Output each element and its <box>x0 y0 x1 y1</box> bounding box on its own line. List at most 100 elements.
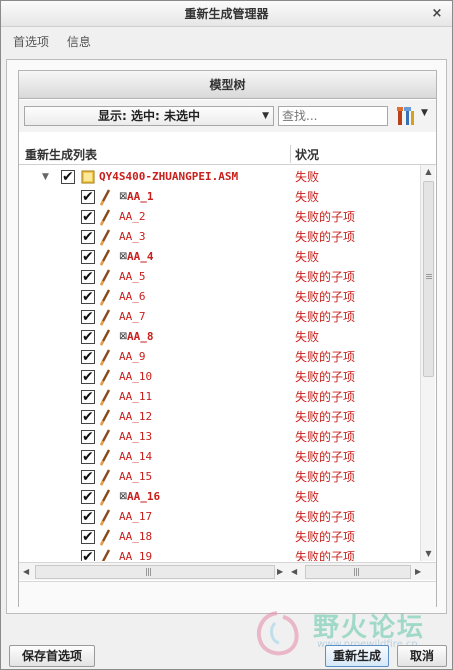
row-status: 失败的子项 <box>295 270 356 284</box>
menu-item-info[interactable]: 信息 <box>67 35 91 49</box>
vertical-scrollbar[interactable]: ▲ ▼ <box>420 165 435 561</box>
row-status: 失败 <box>295 330 320 344</box>
scroll-left-icon[interactable]: ◀ <box>23 565 29 579</box>
row-status: 失败的子项 <box>295 310 356 324</box>
row-checkbox[interactable] <box>81 227 95 247</box>
row-checkbox[interactable] <box>81 427 95 447</box>
display-filter-select[interactable]: 显示: 选中: 未选中 ▼ <box>24 106 274 126</box>
column-regen-list[interactable]: 重新生成列表 <box>25 146 97 163</box>
scroll-right-icon-2[interactable]: ▶ <box>415 565 421 579</box>
save-preferences-button[interactable]: 保存首选项 <box>9 645 95 667</box>
tools-dropdown-arrow-icon[interactable]: ▼ <box>421 108 428 118</box>
search-input[interactable] <box>278 106 388 126</box>
list-item[interactable]: AA_11 失败的子项 <box>19 387 419 407</box>
row-name: AA_7 <box>119 310 146 323</box>
row-checkbox[interactable] <box>81 307 95 327</box>
sketch-pencil-icon <box>99 329 111 346</box>
row-name: AA_8 <box>127 330 154 343</box>
horizontal-scrollbar-row: ◀ ▶ ◀ ▶ <box>19 562 436 580</box>
close-icon[interactable]: × <box>428 5 446 23</box>
row-status: 失败的子项 <box>295 430 356 444</box>
row-checkbox[interactable] <box>61 167 75 187</box>
row-name: AA_10 <box>119 370 153 383</box>
list-item[interactable]: AA_12 失败的子项 <box>19 407 419 427</box>
list-item[interactable]: AA_5 失败的子项 <box>19 267 419 287</box>
list-item[interactable]: AA_18 失败的子项 <box>19 527 419 547</box>
row-status: 失败的子项 <box>295 350 356 364</box>
list-item[interactable]: ▼ QY4S400-ZHUANGPEI.ASM 失败 <box>19 167 419 187</box>
menu-item-preferences[interactable]: 首选项 <box>13 35 49 49</box>
sketch-pencil-icon <box>99 409 111 426</box>
display-filter-value: 显示: 选中: 未选中 <box>98 109 200 123</box>
row-checkbox[interactable] <box>81 347 95 367</box>
menu-bar: 首选项 信息 <box>1 28 452 56</box>
row-checkbox[interactable] <box>81 327 95 347</box>
sketch-pencil-icon <box>99 529 111 546</box>
filter-row: 显示: 选中: 未选中 ▼ ▼ <box>19 100 436 132</box>
sketch-pencil-icon <box>99 289 111 306</box>
column-status[interactable]: 状况 <box>295 146 319 163</box>
list-item[interactable]: AA_2 失败的子项 <box>19 207 419 227</box>
scroll-left-icon-2[interactable]: ◀ <box>291 565 297 579</box>
sketch-pencil-icon <box>99 189 111 206</box>
row-name: AA_4 <box>127 250 154 263</box>
sketch-pencil-icon <box>99 249 111 266</box>
row-status: 失败的子项 <box>295 530 356 544</box>
scroll-down-icon[interactable]: ▼ <box>421 547 436 561</box>
row-status: 失败的子项 <box>295 210 356 224</box>
list-item[interactable]: AA_3 失败的子项 <box>19 227 419 247</box>
row-checkbox[interactable] <box>81 187 95 207</box>
sketch-pencil-icon <box>101 549 111 561</box>
column-header: 重新生成列表 状况 <box>19 143 436 165</box>
settings-tools-icon[interactable] <box>396 105 416 127</box>
list-item[interactable]: ⊠AA_1失败 <box>19 187 419 207</box>
row-status: 失败 <box>295 250 320 264</box>
sketch-pencil-icon <box>99 349 111 366</box>
list-item[interactable]: AA_13 失败的子项 <box>19 427 419 447</box>
list-item[interactable]: AA_6 失败的子项 <box>19 287 419 307</box>
row-checkbox[interactable] <box>81 367 95 387</box>
sketch-pencil-icon <box>99 229 111 246</box>
row-name: AA_19 <box>119 550 153 561</box>
list-item[interactable]: ⊠AA_4失败 <box>19 247 419 267</box>
row-checkbox[interactable] <box>81 407 95 427</box>
regenerate-button[interactable]: 重新生成 <box>325 645 389 667</box>
row-name: AA_6 <box>119 290 146 303</box>
sketch-pencil-icon <box>99 509 111 526</box>
row-checkbox[interactable] <box>81 387 95 407</box>
panel-bottom-strip <box>19 581 436 607</box>
list-item[interactable]: AA_15 失败的子项 <box>19 467 419 487</box>
row-checkbox[interactable] <box>81 547 95 561</box>
horizontal-scroll-thumb-right[interactable] <box>305 565 411 579</box>
list-item[interactable]: AA_19 失败的子项 <box>19 547 419 561</box>
scroll-right-icon[interactable]: ▶ <box>277 565 283 579</box>
list-item[interactable]: AA_9 失败的子项 <box>19 347 419 367</box>
row-checkbox[interactable] <box>81 467 95 487</box>
list-item[interactable]: AA_14 失败的子项 <box>19 447 419 467</box>
dropdown-arrow-icon: ▼ <box>262 111 269 121</box>
row-status: 失败的子项 <box>295 290 356 304</box>
row-checkbox[interactable] <box>81 447 95 467</box>
row-status: 失败的子项 <box>295 370 356 384</box>
row-name: AA_9 <box>119 350 146 363</box>
row-checkbox[interactable] <box>81 267 95 287</box>
row-checkbox[interactable] <box>81 507 95 527</box>
sketch-pencil-icon <box>99 309 111 326</box>
horizontal-scroll-thumb-left[interactable] <box>35 565 275 579</box>
scroll-thumb[interactable] <box>423 181 434 377</box>
list-item[interactable]: ⊠AA_16失败 <box>19 487 419 507</box>
scroll-up-icon[interactable]: ▲ <box>421 165 436 179</box>
list-item[interactable]: ⊠AA_8失败 <box>19 327 419 347</box>
list-item[interactable]: AA_17 失败的子项 <box>19 507 419 527</box>
row-name: AA_1 <box>127 190 154 203</box>
list-item[interactable]: AA_10 失败的子项 <box>19 367 419 387</box>
row-checkbox[interactable] <box>81 487 95 507</box>
row-status: 失败的子项 <box>295 390 356 404</box>
expand-collapse-icon[interactable]: ▼ <box>42 167 49 187</box>
row-checkbox[interactable] <box>81 287 95 307</box>
row-checkbox[interactable] <box>81 207 95 227</box>
cancel-button[interactable]: 取消 <box>397 645 447 667</box>
row-checkbox[interactable] <box>81 247 95 267</box>
list-item[interactable]: AA_7 失败的子项 <box>19 307 419 327</box>
row-checkbox[interactable] <box>81 527 95 547</box>
